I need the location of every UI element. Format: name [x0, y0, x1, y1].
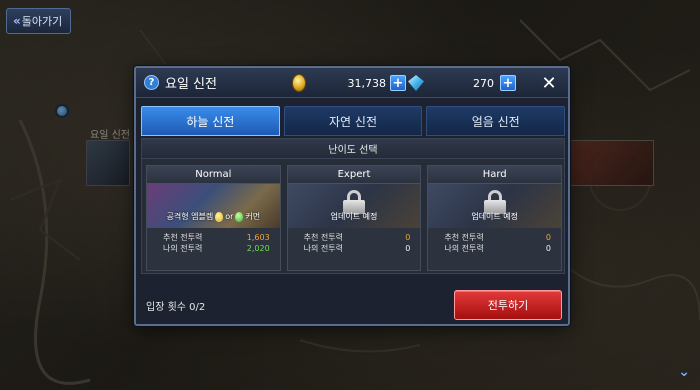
recommended-power-value: 0: [405, 233, 411, 242]
my-power-value: 0: [545, 244, 552, 253]
update-pending-label: 업데이트 예정: [471, 212, 519, 221]
gem-currency: 270 +: [408, 73, 520, 93]
difficulty-card-normal[interactable]: Normal 공격형 엠블렘 or 커먼 추천 전투력 1,603 나의 전투력…: [146, 165, 281, 271]
recommended-power-row: 추천 전투력 1,603: [163, 232, 270, 243]
add-gold-button[interactable]: +: [390, 75, 406, 91]
temple-tabs: 하늘 신전 자연 신전 얼음 신전: [141, 106, 566, 136]
difficulty-cards: Normal 공격형 엠블렘 or 커먼 추천 전투력 1,603 나의 전투력…: [146, 165, 563, 271]
recommended-power-label: 추천 전투력: [444, 233, 484, 242]
dialog-title: 요일 신전: [165, 77, 217, 92]
double-chevron-left-icon: «: [13, 14, 21, 28]
battle-button[interactable]: 전투하기: [454, 290, 562, 320]
my-power-label: 나의 전투력: [163, 244, 203, 253]
recommended-power-row: 추천 전투력 0: [444, 232, 551, 243]
close-icon: ✕: [541, 72, 557, 94]
difficulty-stats: 추천 전투력 0 나의 전투력 0: [288, 228, 421, 254]
gold-coin-icon: [292, 74, 306, 92]
reward-or: or: [225, 212, 234, 221]
my-power-label: 나의 전투력: [444, 244, 484, 253]
difficulty-image-hard: 업데이트 예정: [428, 184, 562, 228]
difficulty-image-expert: 업데이트 예정: [287, 184, 421, 228]
help-icon[interactable]: ?: [144, 75, 159, 90]
my-power-row: 나의 전투력 0: [444, 243, 551, 254]
gold-amount: 31,738: [347, 76, 387, 90]
back-button[interactable]: « 돌아가기: [6, 8, 72, 34]
tab-ice-temple[interactable]: 얼음 신전: [426, 106, 566, 136]
entry-count: 입장 횟수 0/2: [146, 302, 206, 313]
gold-currency: 31,738 +: [292, 73, 410, 93]
gem-icon: [408, 75, 424, 91]
close-button[interactable]: ✕: [538, 72, 560, 94]
back-button-label: 돌아가기: [21, 15, 63, 28]
update-pending-label: 업데이트 예정: [330, 212, 378, 221]
recommended-power-value: 1,603: [246, 233, 270, 242]
add-gems-button[interactable]: +: [500, 75, 516, 91]
recommended-power-row: 추천 전투력 0: [304, 232, 411, 243]
difficulty-card-hard[interactable]: Hard 업데이트 예정 추천 전투력 0 나의 전투력 0: [427, 165, 563, 271]
my-power-row: 나의 전투력 0: [304, 243, 411, 254]
gem-amount: 270: [473, 76, 494, 90]
difficulty-name: Normal: [147, 166, 280, 184]
difficulty-name: Hard: [428, 166, 562, 184]
difficulty-panel: 난이도 선택 Normal 공격형 엠블렘 or 커먼 추천 전투력 1,603…: [141, 138, 565, 274]
difficulty-card-expert[interactable]: Expert 업데이트 예정 추천 전투력 0 나의 전투력 0: [286, 165, 422, 271]
difficulty-name: Expert: [287, 166, 421, 184]
gold-egg-icon: [215, 211, 224, 222]
my-power-row: 나의 전투력 2,020: [163, 243, 270, 254]
tab-sky-temple[interactable]: 하늘 신전: [141, 106, 280, 136]
recommended-power-label: 추천 전투력: [163, 233, 203, 242]
temple-dialog: ? 요일 신전 31,738 + 270 + ✕ 하늘 신전 자연 신전 얼음 …: [134, 66, 570, 326]
reward-name: 공격형 엠블렘: [166, 212, 214, 221]
reward-text: 공격형 엠블렘 or 커먼: [147, 211, 280, 222]
my-power-value: 0: [405, 244, 411, 253]
green-egg-icon: [235, 211, 244, 222]
difficulty-stats: 추천 전투력 1,603 나의 전투력 2,020: [147, 228, 280, 254]
difficulty-image-normal: 공격형 엠블렘 or 커먼: [147, 184, 280, 228]
recommended-power-label: 추천 전투력: [303, 233, 344, 242]
tab-nature-temple[interactable]: 자연 신전: [283, 106, 423, 136]
my-power-label: 나의 전투력: [303, 244, 344, 253]
recommended-power-value: 0: [545, 233, 552, 242]
difficulty-panel-title: 난이도 선택: [142, 139, 564, 159]
reward-suffix: 커먼: [245, 212, 261, 221]
chevron-down-icon[interactable]: ⌄: [678, 364, 690, 380]
dialog-header: ? 요일 신전 31,738 + 270 + ✕: [136, 68, 568, 98]
difficulty-stats: 추천 전투력 0 나의 전투력 0: [428, 228, 561, 254]
my-power-value: 2,020: [246, 244, 270, 253]
